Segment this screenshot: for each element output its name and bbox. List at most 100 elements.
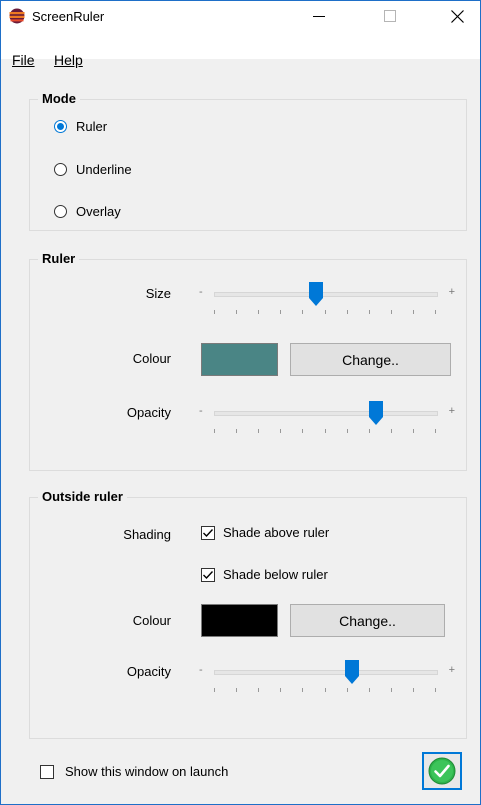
ok-check-icon — [428, 757, 456, 785]
slider-tick — [346, 688, 348, 692]
radio-button-selected[interactable] — [54, 120, 67, 133]
slider-tick — [214, 429, 215, 433]
slider-min-marker: - — [199, 286, 203, 298]
shade-below-checkbox[interactable] — [201, 567, 215, 582]
shade-above-label: Shade above ruler — [223, 525, 330, 540]
slider-thumb[interactable] — [344, 660, 359, 684]
slider-track[interactable] — [214, 411, 438, 416]
slider-thumb[interactable] — [309, 282, 324, 306]
ruler-opacity-slider[interactable]: - + — [199, 401, 455, 441]
change-button-label: Change.. — [342, 351, 399, 368]
slider-track[interactable] — [214, 292, 438, 297]
shading-label: Shading — [123, 527, 171, 542]
minimize-button[interactable] — [296, 1, 342, 31]
mode-radio-overlay[interactable]: Overlay — [54, 204, 121, 219]
slider-tick — [214, 688, 215, 692]
slider-thumb[interactable] — [369, 401, 384, 425]
slider-tick — [236, 310, 238, 314]
slider-tick — [258, 688, 260, 692]
outside-colour-label: Colour — [132, 613, 171, 628]
mode-radio-ruler[interactable]: Ruler — [54, 119, 107, 134]
outside-colour-change-button[interactable]: Change.. — [290, 604, 445, 637]
ruler-size-label: Size — [145, 286, 171, 301]
ruler-colour-change-button[interactable]: Change.. — [290, 343, 451, 376]
slider-ticks — [214, 429, 436, 435]
slider-tick — [435, 429, 436, 433]
slider-tick — [280, 429, 282, 433]
slider-tick — [302, 429, 304, 433]
slider-tick — [280, 310, 282, 314]
slider-tick — [346, 429, 348, 433]
radio-button[interactable] — [54, 163, 67, 176]
menu-file[interactable]: File — [12, 52, 35, 68]
radio-label-ruler: Ruler — [76, 119, 108, 134]
slider-tick — [324, 688, 326, 692]
slider-max-marker: + — [448, 286, 455, 298]
slider-track[interactable] — [214, 670, 438, 675]
menu-bar: File Help — [1, 31, 480, 68]
shade-above-checkbox-row[interactable]: Shade above ruler — [201, 525, 329, 540]
slider-tick — [390, 310, 392, 314]
change-button-label: Change.. — [339, 612, 396, 629]
outside-ruler-legend: Outside ruler — [38, 489, 127, 504]
slider-tick — [368, 688, 370, 692]
checkmark-icon — [203, 570, 214, 579]
ruler-colour-label: Colour — [132, 351, 171, 366]
outside-opacity-label: Opacity — [126, 664, 171, 679]
minimize-icon — [313, 16, 325, 17]
shade-below-checkbox-row[interactable]: Shade below ruler — [201, 567, 328, 582]
show-on-launch-checkbox[interactable] — [40, 764, 54, 779]
maximize-icon — [384, 10, 396, 22]
slider-tick — [324, 429, 326, 433]
slider-tick — [258, 310, 260, 314]
ok-button[interactable] — [422, 752, 462, 790]
close-button[interactable] — [434, 1, 480, 31]
show-on-launch-label: Show this window on launch — [65, 764, 229, 779]
mode-radio-underline[interactable]: Underline — [54, 162, 132, 177]
outside-opacity-slider[interactable]: - + — [199, 660, 455, 700]
menu-file-label: File — [12, 52, 35, 68]
slider-tick — [390, 429, 392, 433]
menu-help-label: Help — [54, 52, 83, 68]
checkmark-icon — [203, 528, 214, 537]
slider-tick — [236, 429, 238, 433]
window-title: ScreenRuler — [32, 9, 105, 24]
mode-legend: Mode — [38, 91, 80, 106]
radio-label-overlay: Overlay — [76, 204, 121, 219]
slider-tick — [346, 310, 348, 314]
slider-tick — [236, 688, 238, 692]
slider-tick — [412, 310, 414, 314]
slider-tick — [412, 688, 414, 692]
ruler-opacity-label: Opacity — [126, 405, 171, 420]
slider-tick — [368, 310, 370, 314]
slider-tick — [258, 429, 260, 433]
ruler-colour-swatch — [201, 343, 278, 376]
app-logo-icon — [9, 8, 25, 24]
slider-tick — [280, 688, 282, 692]
slider-tick — [368, 429, 370, 433]
slider-tick — [390, 688, 392, 692]
slider-tick — [324, 310, 326, 314]
slider-tick — [435, 310, 436, 314]
close-icon — [450, 9, 464, 23]
menu-help[interactable]: Help — [54, 52, 83, 68]
slider-tick — [412, 429, 414, 433]
shade-below-label: Shade below ruler — [223, 567, 328, 582]
slider-min-marker: - — [199, 664, 203, 676]
slider-min-marker: - — [199, 405, 203, 417]
radio-button[interactable] — [54, 205, 67, 218]
slider-tick — [435, 688, 436, 692]
slider-tick — [302, 310, 304, 314]
slider-tick — [214, 310, 215, 314]
ruler-size-slider[interactable]: - + — [199, 282, 455, 322]
show-on-launch-row[interactable]: Show this window on launch — [40, 764, 228, 779]
slider-max-marker: + — [448, 405, 455, 417]
radio-label-underline: Underline — [76, 162, 132, 177]
slider-max-marker: + — [448, 664, 455, 676]
shade-above-checkbox[interactable] — [201, 525, 215, 540]
slider-ticks — [214, 310, 436, 316]
slider-tick — [302, 688, 304, 692]
title-bar[interactable]: ScreenRuler — [1, 1, 480, 31]
maximize-button[interactable] — [367, 1, 413, 31]
ruler-legend: Ruler — [38, 251, 80, 266]
